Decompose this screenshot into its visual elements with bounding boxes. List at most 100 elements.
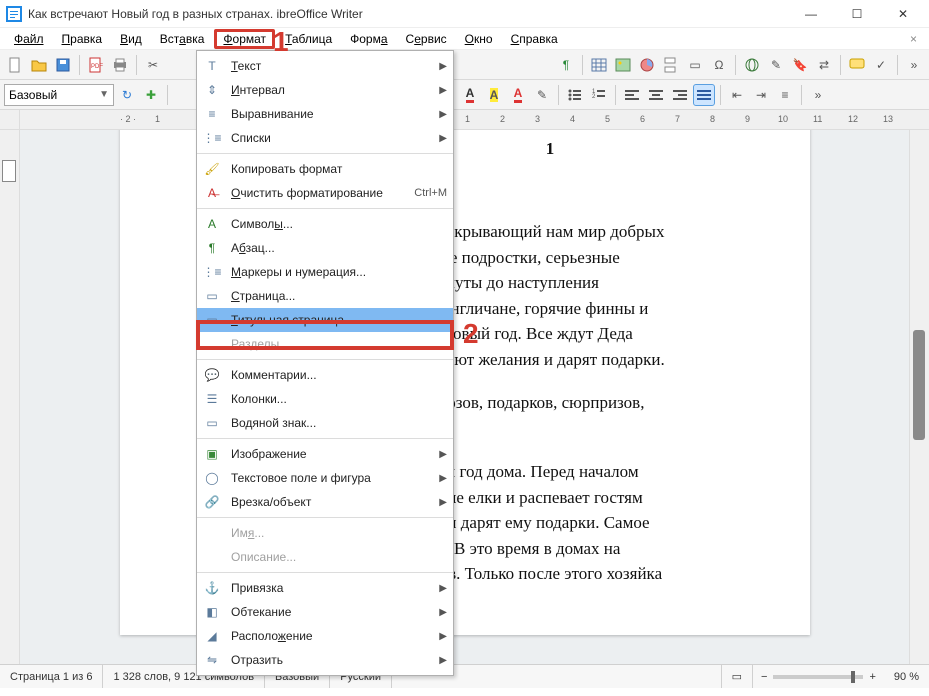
window-title: Как встречают Новый год в разных странах…	[28, 7, 797, 21]
bullets-button[interactable]	[564, 84, 586, 106]
menu-textbox-shape[interactable]: ◯Текстовое поле и фигура▶	[197, 466, 453, 490]
cut-button[interactable]: ✂	[142, 54, 164, 76]
doc-close-button[interactable]: ×	[904, 32, 923, 46]
scroll-thumb[interactable]	[913, 330, 925, 440]
menu-columns[interactable]: ☰Колонки...	[197, 387, 453, 411]
footnote-button[interactable]: ✎	[765, 54, 787, 76]
crossref-button[interactable]: ⇄	[813, 54, 835, 76]
align-center-button[interactable]	[645, 84, 667, 106]
menu-title-page[interactable]: ▭Титульная страница...	[197, 308, 453, 332]
menu-clear-format[interactable]: A̶Очистить форматированиеCtrl+M	[197, 181, 453, 205]
menu-wrap[interactable]: ◧Обтекание▶	[197, 600, 453, 624]
open-button[interactable]	[28, 54, 50, 76]
align-right-button[interactable]	[669, 84, 691, 106]
sections-icon	[203, 335, 221, 353]
menu-view[interactable]: Вид	[112, 30, 150, 48]
anchor-icon: ⚓	[203, 579, 221, 597]
menu-flip[interactable]: ⇋Отразить▶	[197, 648, 453, 672]
linespacing-button[interactable]: ≡	[774, 84, 796, 106]
font-color2-button[interactable]: A	[507, 84, 529, 106]
titlebar: Как встречают Новый год в разных странах…	[0, 0, 929, 28]
menu-help[interactable]: Справка	[503, 30, 566, 48]
interval-icon: ⇕	[203, 81, 221, 99]
indent-inc-button[interactable]: ⇥	[750, 84, 772, 106]
ruler-horizontal[interactable]: · 2 · 1 12345678910111213	[20, 110, 929, 129]
menu-sections: Разделы...	[197, 332, 453, 356]
menu-format[interactable]: Формат	[214, 29, 275, 49]
menu-text[interactable]: TТекст▶	[197, 54, 453, 78]
zoom-slider[interactable]: − +	[753, 671, 884, 683]
paragraph-style-combo[interactable]: Базовый ▼	[4, 84, 114, 106]
menu-align[interactable]: ≡Выравнивание▶	[197, 102, 453, 126]
page-thumbnail-icon	[2, 160, 16, 182]
new-button[interactable]	[4, 54, 26, 76]
ruler-vertical[interactable]	[0, 130, 20, 664]
char-bg-button[interactable]: A	[483, 84, 505, 106]
menu-anchor[interactable]: ⚓Привязка▶	[197, 576, 453, 600]
table-button[interactable]	[588, 54, 610, 76]
vertical-scrollbar[interactable]	[909, 130, 929, 664]
zoom-in-icon[interactable]: +	[869, 671, 875, 683]
menu-service[interactable]: Сервис	[398, 30, 455, 48]
indent-dec-button[interactable]: ⇤	[726, 84, 748, 106]
maximize-button[interactable]: ☐	[843, 4, 871, 24]
trackchanges-button[interactable]: ✓	[870, 54, 892, 76]
status-page[interactable]: Страница 1 из 6	[0, 665, 103, 688]
titlepage-icon: ▭	[203, 311, 221, 329]
svg-text:PDF: PDF	[91, 64, 103, 70]
comment-button[interactable]	[846, 54, 868, 76]
save-button[interactable]	[52, 54, 74, 76]
document-canvas[interactable]: 1 зных странах й праздник, открывающий н…	[20, 130, 909, 664]
menu-arrange[interactable]: ◢Расположение▶	[197, 624, 453, 648]
menu-window[interactable]: Окно	[457, 30, 501, 48]
wrap-icon: ◧	[203, 603, 221, 621]
menu-clone-format[interactable]: 🖌Копировать формат	[197, 157, 453, 181]
menu-frame[interactable]: 🔗Врезка/объект▶	[197, 490, 453, 514]
font-color-button[interactable]: A	[459, 84, 481, 106]
menu-watermark[interactable]: ▭Водяной знак...	[197, 411, 453, 435]
menu-bullets-numbering[interactable]: ⋮≡Маркеры и нумерация...	[197, 260, 453, 284]
pagebreak-button[interactable]	[660, 54, 682, 76]
minimize-button[interactable]: —	[797, 4, 825, 24]
export-pdf-button[interactable]: PDF	[85, 54, 107, 76]
menu-insert[interactable]: Вставка	[152, 30, 213, 48]
more-button[interactable]: »	[903, 54, 925, 76]
zoom-value[interactable]: 90 %	[884, 665, 929, 688]
print-button[interactable]	[109, 54, 131, 76]
menu-interval[interactable]: ⇕Интервал▶	[197, 78, 453, 102]
zoom-out-icon[interactable]: −	[761, 671, 767, 683]
clear-icon: A̶	[203, 184, 221, 202]
workarea: 1 зных странах й праздник, открывающий н…	[0, 130, 929, 664]
align-left-button[interactable]	[621, 84, 643, 106]
field-button[interactable]: ▭	[684, 54, 706, 76]
specialchar-button[interactable]: Ω	[708, 54, 730, 76]
numbering-button[interactable]: 12	[588, 84, 610, 106]
pilcrow-button[interactable]: ¶	[555, 54, 577, 76]
align-icon: ≡	[203, 105, 221, 123]
update-style-button[interactable]: ↻	[116, 84, 138, 106]
menu-comments[interactable]: 💬Комментарии...	[197, 363, 453, 387]
hyperlink-button[interactable]	[741, 54, 763, 76]
menu-form[interactable]: Форма	[342, 30, 395, 48]
align-justify-button[interactable]	[693, 84, 715, 106]
menu-character[interactable]: AСимволы...	[197, 212, 453, 236]
menu-edit[interactable]: Правка	[54, 30, 111, 48]
chart-button[interactable]	[636, 54, 658, 76]
menu-lists[interactable]: ⋮≡Списки▶	[197, 126, 453, 150]
bookmark-button[interactable]: 🔖	[789, 54, 811, 76]
more2-button[interactable]: »	[807, 84, 829, 106]
frame-icon: 🔗	[203, 493, 221, 511]
menu-paragraph[interactable]: ¶Абзац...	[197, 236, 453, 260]
menu-image[interactable]: ▣Изображение▶	[197, 442, 453, 466]
textbox-icon: ◯	[203, 469, 221, 487]
new-style-button[interactable]: ✚	[140, 84, 162, 106]
bullets-icon: ⋮≡	[203, 263, 221, 281]
menu-file[interactable]: Файл	[6, 30, 52, 48]
toolbar-standard: PDF ✂ ¶ ▭ Ω ✎ 🔖 ⇄ ✓ »	[0, 50, 929, 80]
chevron-down-icon: ▼	[99, 89, 109, 100]
close-button[interactable]: ✕	[889, 4, 917, 24]
menu-page-style[interactable]: ▭Страница...	[197, 284, 453, 308]
highlight2-button[interactable]: ✎	[531, 84, 553, 106]
image-button[interactable]	[612, 54, 634, 76]
status-view-icon[interactable]: ▭	[721, 665, 753, 688]
